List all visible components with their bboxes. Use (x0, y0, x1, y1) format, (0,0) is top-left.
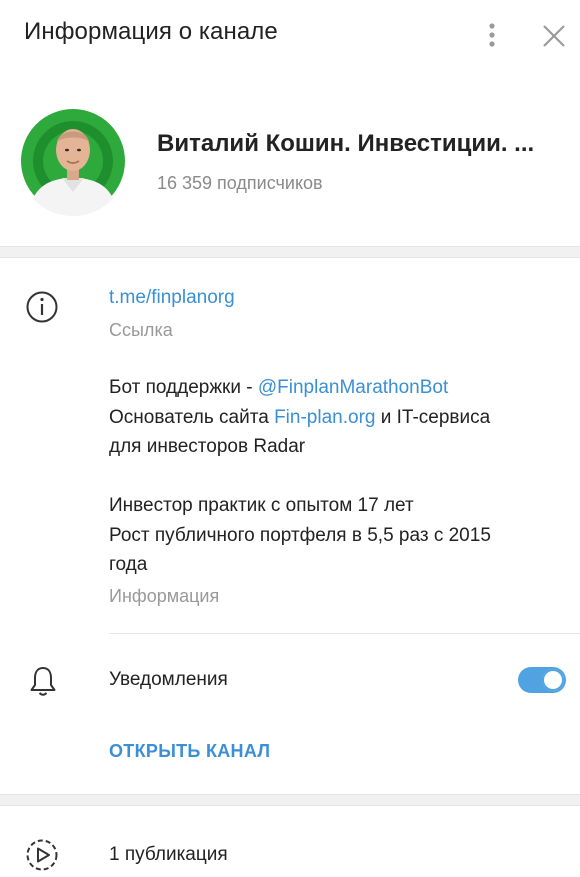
channel-profile: Виталий Кошин. Инвестиции. ... 16 359 по… (0, 80, 580, 246)
publications-item[interactable]: 1 публикация (109, 844, 228, 866)
section-divider (0, 246, 580, 258)
notifications-label: Уведомления (109, 669, 228, 690)
panel-header: Информация о канале (0, 0, 580, 74)
bell-icon (28, 664, 58, 698)
description-text: Бот поддержки - (109, 377, 258, 398)
notifications-toggle[interactable] (518, 667, 566, 693)
toggle-knob (542, 669, 564, 691)
channel-link[interactable]: t.me/finplanorg (109, 287, 235, 309)
link-caption: Ссылка (109, 320, 173, 340)
description-caption: Информация (109, 586, 220, 606)
divider (109, 633, 580, 634)
description-gap (109, 462, 549, 492)
panel-title: Информация о канале (24, 18, 278, 45)
description-text: Основатель сайта (109, 406, 275, 428)
bot-mention-link[interactable]: @FinplanMarathonBot (258, 377, 448, 398)
description-line: Инвестор практик с опытом 17 лет (109, 495, 414, 516)
description-line: Бот поддержки - @FinplanMarathonBot (109, 373, 549, 403)
channel-description: Бот поддержки - @FinplanMarathonBot Осно… (109, 373, 549, 580)
info-icon (25, 290, 59, 324)
description-line: для инвесторов Radar (109, 436, 306, 457)
open-channel-button[interactable]: ОТКРЫТЬ КАНАЛ (109, 741, 270, 762)
channel-name: Виталий Кошин. Инвестиции. ... (157, 130, 535, 157)
description-line: года (109, 554, 148, 575)
avatar[interactable] (18, 106, 128, 216)
description-line: Рост публичного портфеля в 5,5 раз с 201… (109, 524, 491, 546)
close-icon[interactable] (540, 22, 568, 50)
description-line: Основатель сайта Fin-plan.org и IT-серви… (109, 403, 549, 433)
section-divider (0, 794, 580, 806)
subscriber-count: 16 359 подписчиков (157, 173, 323, 193)
play-circle-icon (25, 838, 59, 872)
more-vertical-icon[interactable] (480, 20, 504, 52)
website-link[interactable]: Fin-plan.org (274, 407, 375, 428)
description-text: и IT-сервиса (375, 406, 491, 428)
